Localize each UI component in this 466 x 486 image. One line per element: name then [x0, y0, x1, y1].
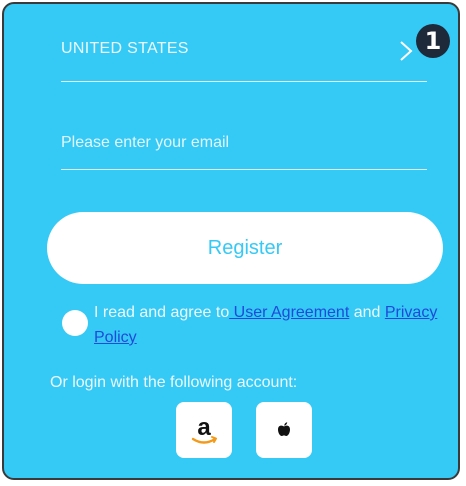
agree-checkbox[interactable] [62, 310, 88, 336]
agreement-row: I read and agree to User Agreement and P… [60, 298, 450, 354]
agreement-text: I read and agree to User Agreement and P… [94, 300, 450, 350]
register-panel: 1 UNITED STATES Register I read and agre… [2, 2, 460, 480]
svg-text:a: a [197, 414, 211, 441]
apple-login-button[interactable] [256, 402, 312, 458]
apple-logo-icon [278, 422, 290, 436]
register-button[interactable]: Register [47, 212, 443, 284]
amazon-login-button[interactable]: a [176, 402, 232, 458]
country-label: UNITED STATES [61, 40, 189, 57]
social-login-heading: Or login with the following account: [50, 374, 298, 391]
country-selector[interactable]: UNITED STATES [61, 34, 427, 82]
amazon-logo-icon: a [191, 414, 217, 444]
email-input[interactable] [61, 116, 427, 170]
user-agreement-link[interactable]: User Agreement [229, 304, 350, 321]
chevron-right-icon [400, 41, 413, 61]
agreement-and: and [349, 304, 385, 321]
agreement-prefix: I read and agree to [94, 304, 230, 321]
